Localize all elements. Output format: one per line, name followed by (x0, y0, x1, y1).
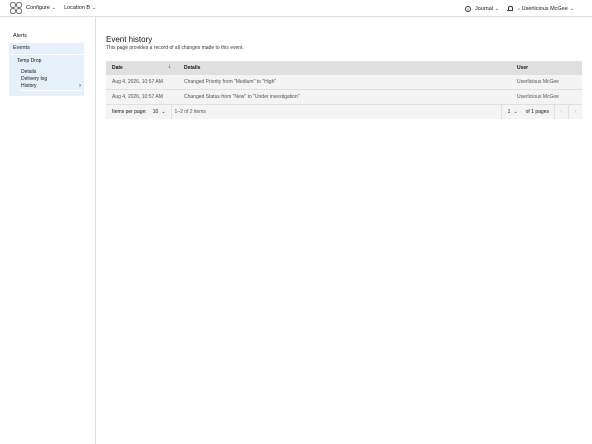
page-subtitle: This page provides a record of all chang… (106, 45, 244, 51)
chevron-right-icon: › (79, 83, 81, 89)
items-per-page-select[interactable]: 10 ⌄ (153, 109, 166, 115)
divider (170, 105, 172, 119)
location-menu[interactable]: Location B ⌄ (64, 5, 96, 11)
chevron-down-icon: ⌄ (495, 5, 500, 12)
items-per-page-value: 10 (152, 109, 159, 115)
pagination-bar: Items per page: 10 ⌄ 1–2 of 2 items 1 ⌄ … (106, 105, 582, 119)
sidebar-item-temp-drop[interactable]: Temp Drop (17, 58, 41, 64)
sidebar-item-delivery-log[interactable]: Delivery log (21, 76, 47, 82)
chevron-down-icon: ⌄ (51, 5, 57, 11)
events-subnav: Temp Drop Details Delivery log History › (9, 55, 84, 96)
table-row: Aug 4, 2026, 10:57 AM Changed Priority f… (106, 75, 582, 90)
next-page-button[interactable]: › (568, 105, 582, 119)
notification-bell-icon[interactable] (507, 6, 514, 12)
event-history-table: Date ↓ Details User Aug 4, 2026, 10:57 A… (106, 61, 582, 119)
chevron-down-icon: ⌄ (161, 109, 166, 115)
chevron-down-icon: ⌄ (92, 5, 97, 11)
user-name: Userlicious McGee (521, 5, 568, 12)
items-range-text: 1–2 of 2 items (174, 109, 206, 115)
cell-user: Userlicious McGee (517, 79, 559, 85)
sort-arrow-down-icon[interactable]: ↓ (168, 64, 171, 70)
sidebar-item-details[interactable]: Details (21, 69, 36, 75)
configure-menu[interactable]: Configure ⌄ (26, 5, 56, 11)
cell-details: Changed Status from "New" to "Under inve… (184, 94, 300, 100)
of-pages-text: of 1 pages (525, 109, 549, 115)
items-per-page-label: Items per page: (112, 109, 147, 115)
location-label: Location B (64, 5, 91, 11)
cell-date: Aug 4, 2026, 10:57 AM (112, 79, 163, 85)
sidebar-item-events[interactable]: Events (9, 43, 84, 54)
cell-date: Aug 4, 2026, 10:57 AM (112, 94, 163, 100)
sidebar-item-history[interactable]: History (21, 83, 37, 89)
configure-label: Configure (26, 5, 50, 11)
previous-page-button[interactable]: ‹ (554, 105, 568, 119)
column-header-details: Details (184, 65, 201, 71)
pagination-controls: 1 ⌄ of 1 pages ‹ › (500, 105, 582, 119)
column-header-date-label: Date (112, 65, 123, 71)
header-right-actions: ? Journal ⌄ • Userlicious McGee ⌄ (464, 0, 574, 17)
journal-menu[interactable]: ? Journal ⌄ (464, 5, 500, 12)
column-header-user: User (517, 65, 529, 71)
sidebar: Alerts Events Temp Drop Details Delivery… (0, 17, 96, 444)
sidebar-item-alerts[interactable]: Alerts (13, 33, 27, 39)
user-icon: • (518, 6, 520, 11)
journal-label: Journal (474, 5, 494, 12)
help-icon: ? (464, 5, 471, 12)
page-title: Event history (106, 35, 153, 44)
table-row: Aug 4, 2026, 10:57 AM Changed Status fro… (106, 90, 582, 105)
current-page-value: 1 (507, 109, 511, 115)
chevron-down-icon: ⌄ (513, 109, 518, 115)
column-header-date[interactable]: Date ↓ (106, 64, 177, 71)
top-header: Configure ⌄ Location B ⌄ ? Journal ⌄ • U… (0, 0, 592, 17)
cell-details: Changed Priority from "Medium" to "High" (184, 79, 277, 85)
app-logo-icon[interactable] (10, 2, 22, 14)
user-menu[interactable]: • Userlicious McGee ⌄ (518, 6, 574, 12)
cell-user: Userlicious McGee (517, 94, 559, 100)
table-header: Date ↓ Details User (106, 61, 582, 75)
active-indicator (20, 90, 82, 91)
page-number-select[interactable]: 1 ⌄ (502, 109, 523, 115)
chevron-down-icon: ⌄ (569, 5, 574, 12)
